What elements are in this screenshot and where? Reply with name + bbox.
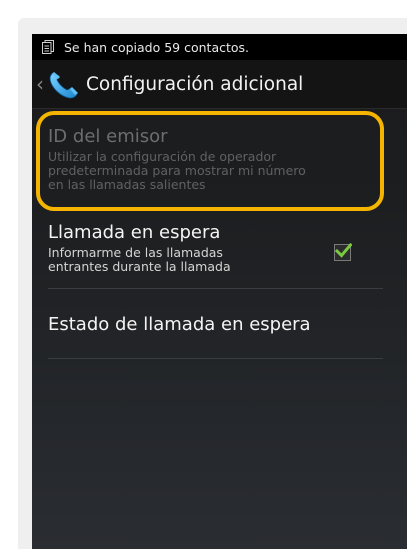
caller-id-summary-line: en las llamadas salientes (48, 177, 206, 192)
action-bar: ‹ Configuración adicional (32, 60, 407, 109)
phone-app-icon[interactable] (46, 67, 80, 101)
call-waiting-summary: Informarme de las llamadas entrantes dur… (48, 246, 383, 274)
call-waiting-title: Llamada en espera (48, 222, 221, 243)
caller-id-preference[interactable]: ID del emisor Utilizar la configuración … (48, 126, 383, 192)
caller-id-title: ID del emisor (48, 126, 168, 147)
up-navigation-caret-icon[interactable]: ‹ (36, 74, 46, 94)
call-waiting-summary-line: Informarme de las llamadas (48, 245, 223, 260)
caller-id-summary-line: predeterminada para mostrar mi número (48, 163, 306, 178)
status-bar: Se han copiado 59 contactos. (32, 34, 407, 60)
call-waiting-checkbox[interactable] (334, 243, 352, 261)
call-waiting-status-preference[interactable]: Estado de llamada en espera (48, 314, 383, 336)
contacts-copied-icon (42, 40, 54, 54)
screen-title: Configuración adicional (86, 73, 304, 95)
phone-screen: Se han copiado 59 contactos. ‹ Configura… (32, 34, 407, 549)
caller-id-summary-line: Utilizar la configuración de operador (48, 149, 277, 164)
list-divider (48, 288, 383, 289)
list-divider (48, 358, 383, 359)
caller-id-summary: Utilizar la configuración de operador pr… (48, 150, 383, 192)
call-waiting-status-title: Estado de llamada en espera (48, 314, 311, 335)
status-notification-text: Se han copiado 59 contactos. (64, 39, 250, 55)
checkmark-icon (335, 243, 352, 258)
call-waiting-preference[interactable]: Llamada en espera Informarme de las llam… (48, 222, 383, 274)
call-waiting-summary-line: entrantes durante la llamada (48, 259, 231, 274)
